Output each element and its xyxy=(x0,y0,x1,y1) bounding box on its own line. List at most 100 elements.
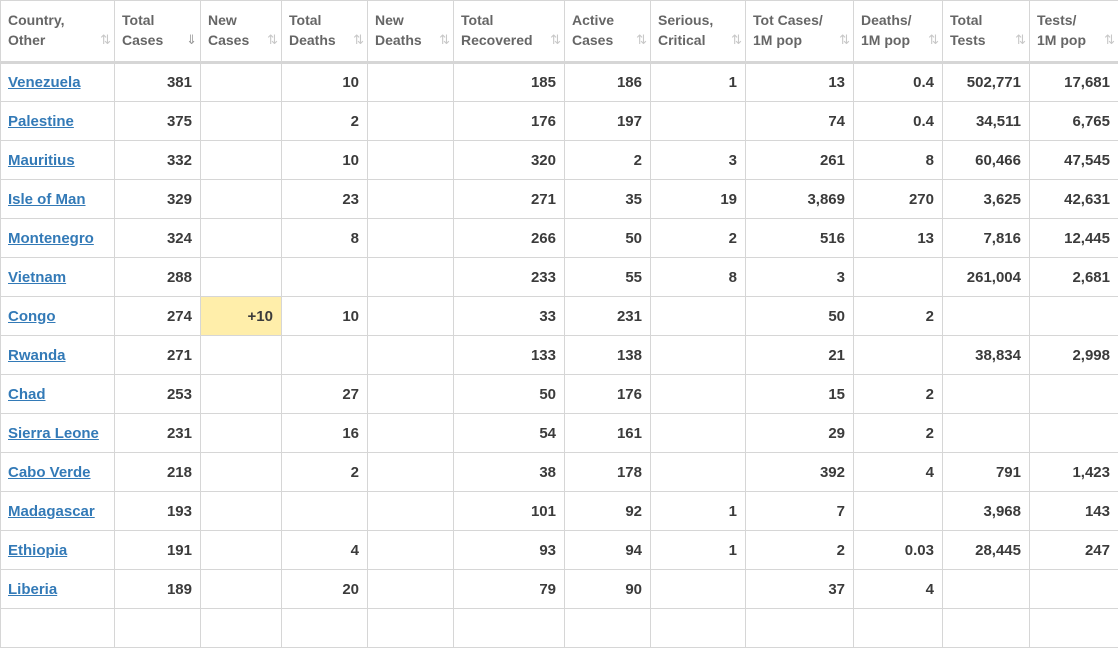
cell-total-recovered: 93 xyxy=(454,531,565,570)
country-link[interactable]: Mauritius xyxy=(8,152,75,169)
cell-serious-critical xyxy=(651,414,746,453)
header-serious-critical[interactable]: Serious,Critical⇅ xyxy=(651,1,746,63)
cell-serious-critical: 3 xyxy=(651,141,746,180)
cell-active-cases: 90 xyxy=(565,570,651,609)
header-row: Country,Other⇅TotalCases⇓NewCases⇅TotalD… xyxy=(1,1,1118,63)
cell-active-cases: 55 xyxy=(565,258,651,297)
cell-total-tests: 791 xyxy=(943,453,1030,492)
cell-tests-per-1m: 17,681 xyxy=(1030,63,1118,102)
header-total-recovered[interactable]: TotalRecovered⇅ xyxy=(454,1,565,63)
sort-icon[interactable]: ⇅ xyxy=(439,30,447,50)
table-row: Rwanda2711331382138,8342,998 xyxy=(1,336,1118,375)
cell-deaths-per-1m: 2 xyxy=(854,297,943,336)
header-label: New xyxy=(375,12,404,28)
sort-icon[interactable]: ⇅ xyxy=(928,30,936,50)
cell-tests-per-1m xyxy=(1030,414,1118,453)
header-total-deaths[interactable]: TotalDeaths⇅ xyxy=(282,1,368,63)
cell-deaths-per-1m: 2 xyxy=(854,375,943,414)
header-label: Cases xyxy=(122,32,163,48)
cell-total-recovered xyxy=(454,609,565,648)
cell-serious-critical xyxy=(651,336,746,375)
sort-icon[interactable]: ⇅ xyxy=(731,30,739,50)
header-new-cases[interactable]: NewCases⇅ xyxy=(201,1,282,63)
cell-total-deaths: 20 xyxy=(282,570,368,609)
header-country[interactable]: Country,Other⇅ xyxy=(1,1,115,63)
cell-total-cases: 332 xyxy=(115,141,201,180)
sort-icon[interactable]: ⇅ xyxy=(1104,30,1112,50)
cell-total-deaths: 23 xyxy=(282,180,368,219)
cell-new-deaths xyxy=(368,141,454,180)
cell-deaths-per-1m xyxy=(854,258,943,297)
cell-tests-per-1m xyxy=(1030,297,1118,336)
cell-tests-per-1m: 6,765 xyxy=(1030,102,1118,141)
country-link[interactable]: Madagascar xyxy=(8,503,95,520)
header-total-tests[interactable]: TotalTests⇅ xyxy=(943,1,1030,63)
country-link[interactable]: Chad xyxy=(8,386,46,403)
header-label: Cases xyxy=(208,32,249,48)
sort-descending-icon[interactable]: ⇓ xyxy=(186,30,194,50)
country-link[interactable]: Sierra Leone xyxy=(8,425,99,442)
cell-new-cases xyxy=(201,609,282,648)
cell-new-deaths xyxy=(368,258,454,297)
cell-total-recovered: 38 xyxy=(454,453,565,492)
country-link[interactable]: Liberia xyxy=(8,581,57,598)
header-label: Total xyxy=(122,12,154,28)
cell-deaths-per-1m: 270 xyxy=(854,180,943,219)
country-link[interactable]: Rwanda xyxy=(8,347,66,364)
country-link[interactable]: Isle of Man xyxy=(8,191,86,208)
header-tot-cases-per-1m[interactable]: Tot Cases/1M pop⇅ xyxy=(746,1,854,63)
table-row: Congo274+101033231502 xyxy=(1,297,1118,336)
sort-icon[interactable]: ⇅ xyxy=(1015,30,1023,50)
header-total-cases[interactable]: Total Cases ⇓ xyxy=(115,1,201,63)
cell-total-tests: 60,466 xyxy=(943,141,1030,180)
cell-total-tests: 502,771 xyxy=(943,63,1030,102)
country-link[interactable]: Ethiopia xyxy=(8,542,67,559)
sort-icon[interactable]: ⇅ xyxy=(267,30,275,50)
cell-total-deaths: 4 xyxy=(282,531,368,570)
sort-icon[interactable]: ⇅ xyxy=(550,30,558,50)
cell-new-deaths xyxy=(368,180,454,219)
sort-icon[interactable]: ⇅ xyxy=(100,30,108,50)
country-link[interactable]: Montenegro xyxy=(8,230,94,247)
cell-total-deaths: 10 xyxy=(282,141,368,180)
header-label: 1M pop xyxy=(1037,32,1086,48)
cell-active-cases: 94 xyxy=(565,531,651,570)
header-tests-per-1m[interactable]: Tests/1M pop⇅ xyxy=(1030,1,1118,63)
cell-country: Montenegro xyxy=(1,219,115,258)
cell-serious-critical xyxy=(651,609,746,648)
country-link[interactable]: Congo xyxy=(8,308,55,325)
header-label: Tot Cases/ xyxy=(753,12,823,28)
cell-tot-cases-per-1m: 29 xyxy=(746,414,854,453)
cell-tot-cases-per-1m: 7 xyxy=(746,492,854,531)
country-link[interactable]: Cabo Verde xyxy=(8,464,91,481)
cell-total-tests: 28,445 xyxy=(943,531,1030,570)
cell-total-cases: 231 xyxy=(115,414,201,453)
cell-new-deaths xyxy=(368,375,454,414)
cell-total-cases: 189 xyxy=(115,570,201,609)
covid-stats-table: Country,Other⇅TotalCases⇓NewCases⇅TotalD… xyxy=(0,0,1118,648)
sort-icon[interactable]: ⇅ xyxy=(839,30,847,50)
cell-tests-per-1m xyxy=(1030,375,1118,414)
cell-new-deaths xyxy=(368,570,454,609)
cell-tot-cases-per-1m: 3,869 xyxy=(746,180,854,219)
cell-tests-per-1m: 12,445 xyxy=(1030,219,1118,258)
country-link[interactable]: Venezuela xyxy=(8,74,81,91)
cell-country: Sierra Leone xyxy=(1,414,115,453)
cell-tests-per-1m: 42,631 xyxy=(1030,180,1118,219)
cell-total-deaths: 10 xyxy=(282,297,368,336)
header-deaths-per-1m[interactable]: Deaths/1M pop⇅ xyxy=(854,1,943,63)
cell-total-cases: 218 xyxy=(115,453,201,492)
header-label: Total xyxy=(950,12,982,28)
sort-icon[interactable]: ⇅ xyxy=(636,30,644,50)
cell-total-recovered: 54 xyxy=(454,414,565,453)
header-new-deaths[interactable]: NewDeaths⇅ xyxy=(368,1,454,63)
sort-icon[interactable]: ⇅ xyxy=(353,30,361,50)
country-link[interactable]: Vietnam xyxy=(8,269,66,286)
cell-new-cases xyxy=(201,531,282,570)
country-link[interactable]: Palestine xyxy=(8,113,74,130)
cell-country: Liberia xyxy=(1,570,115,609)
header-active-cases[interactable]: ActiveCases⇅ xyxy=(565,1,651,63)
cell-country: Rwanda xyxy=(1,336,115,375)
cell-country: Chad xyxy=(1,375,115,414)
cell-tot-cases-per-1m: 3 xyxy=(746,258,854,297)
